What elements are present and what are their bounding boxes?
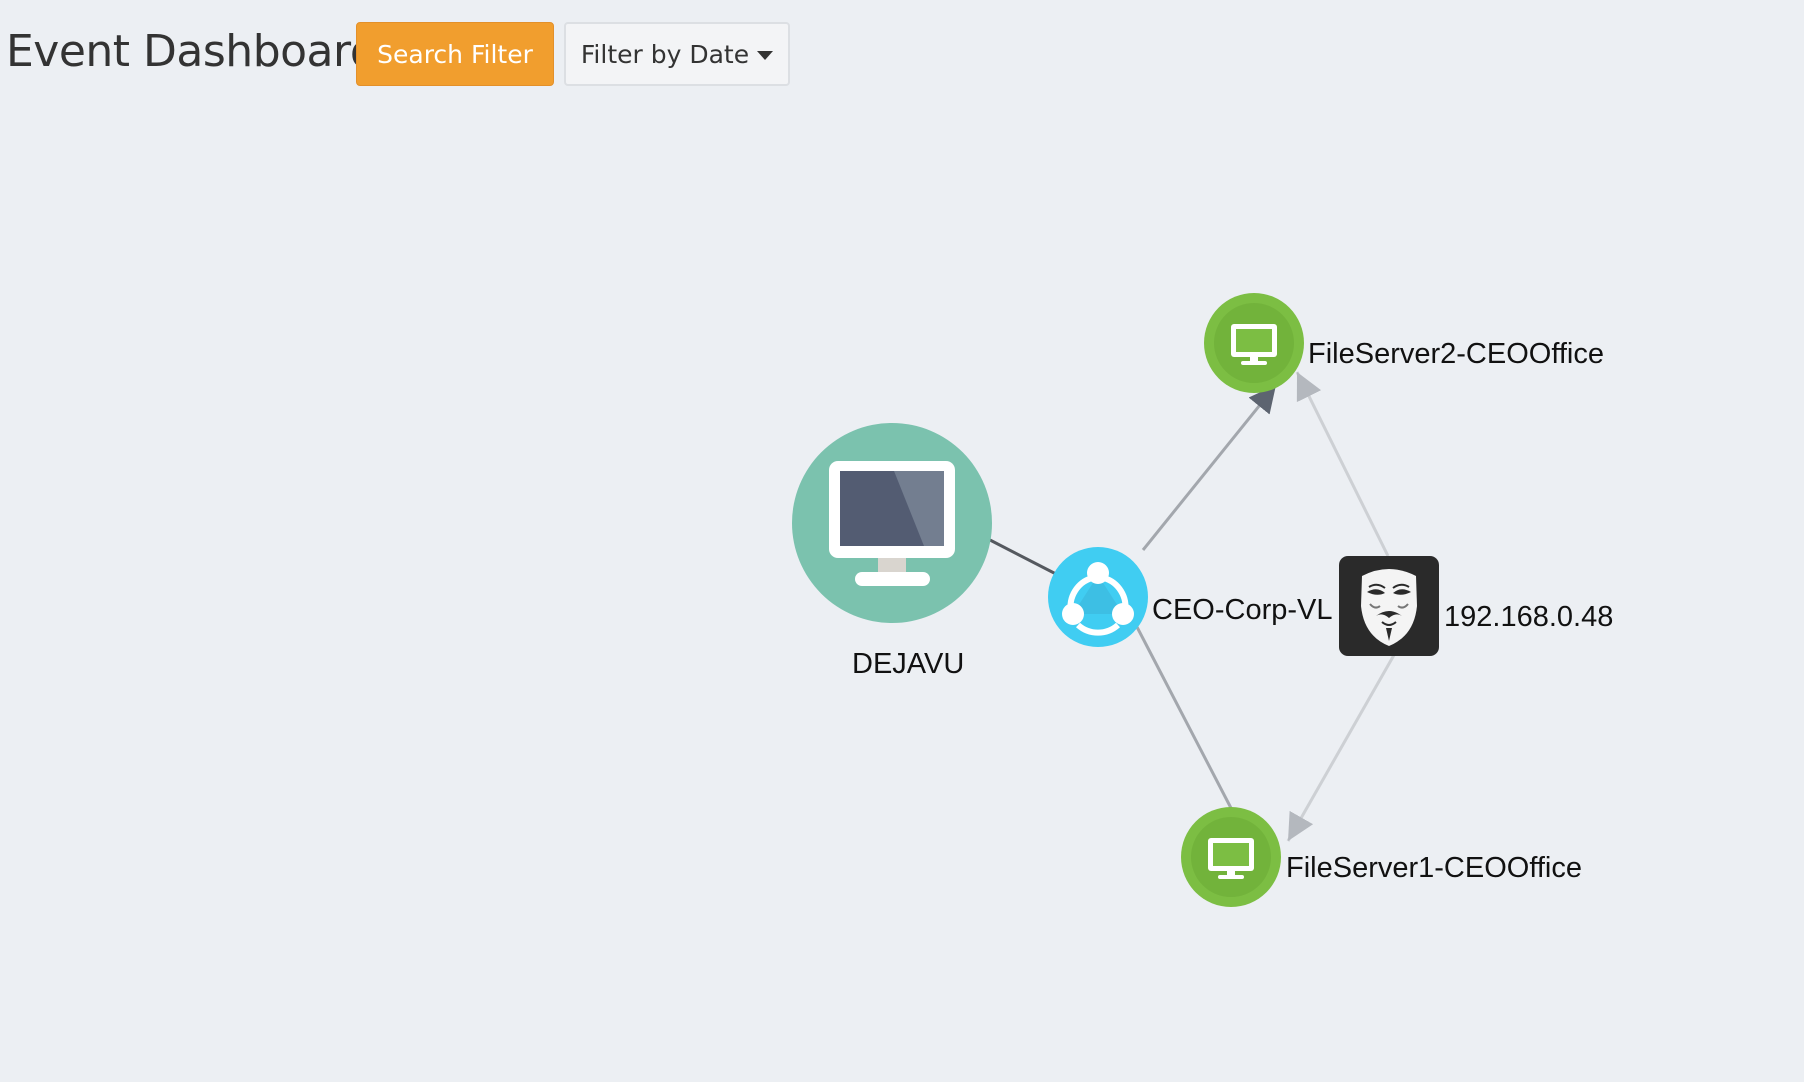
network-graph: DEJAVU CEO-Corp-VL FileServer2-CEOOffice <box>792 293 1613 907</box>
node-dejavu[interactable]: DEJAVU <box>792 423 992 680</box>
node-label-attacker-ip: 192.168.0.48 <box>1444 601 1613 633</box>
edge-ceo-corp-vl-fileserver1[interactable] <box>1135 626 1234 811</box>
node-label-dejavu: DEJAVU <box>852 648 964 680</box>
edge-attacker-fileserver1[interactable] <box>1286 654 1396 842</box>
node-label-fileserver2: FileServer2-CEOOffice <box>1308 338 1604 370</box>
edge-ceo-corp-vl-fileserver2[interactable] <box>1141 384 1278 551</box>
node-attacker-ip[interactable]: 192.168.0.48 <box>1339 556 1613 656</box>
edge-dejavu-ceo-corp-vl[interactable] <box>989 538 1057 576</box>
edge-attacker-fileserver2[interactable] <box>1295 371 1390 557</box>
node-fileserver2[interactable]: FileServer2-CEOOffice <box>1204 293 1604 393</box>
node-label-fileserver1: FileServer1-CEOOffice <box>1286 852 1582 884</box>
node-fileserver1[interactable]: FileServer1-CEOOffice <box>1181 807 1582 907</box>
node-label-ceo-corp-vl: CEO-Corp-VL <box>1152 594 1333 626</box>
node-ceo-corp-vl[interactable]: CEO-Corp-VL <box>1048 547 1333 647</box>
